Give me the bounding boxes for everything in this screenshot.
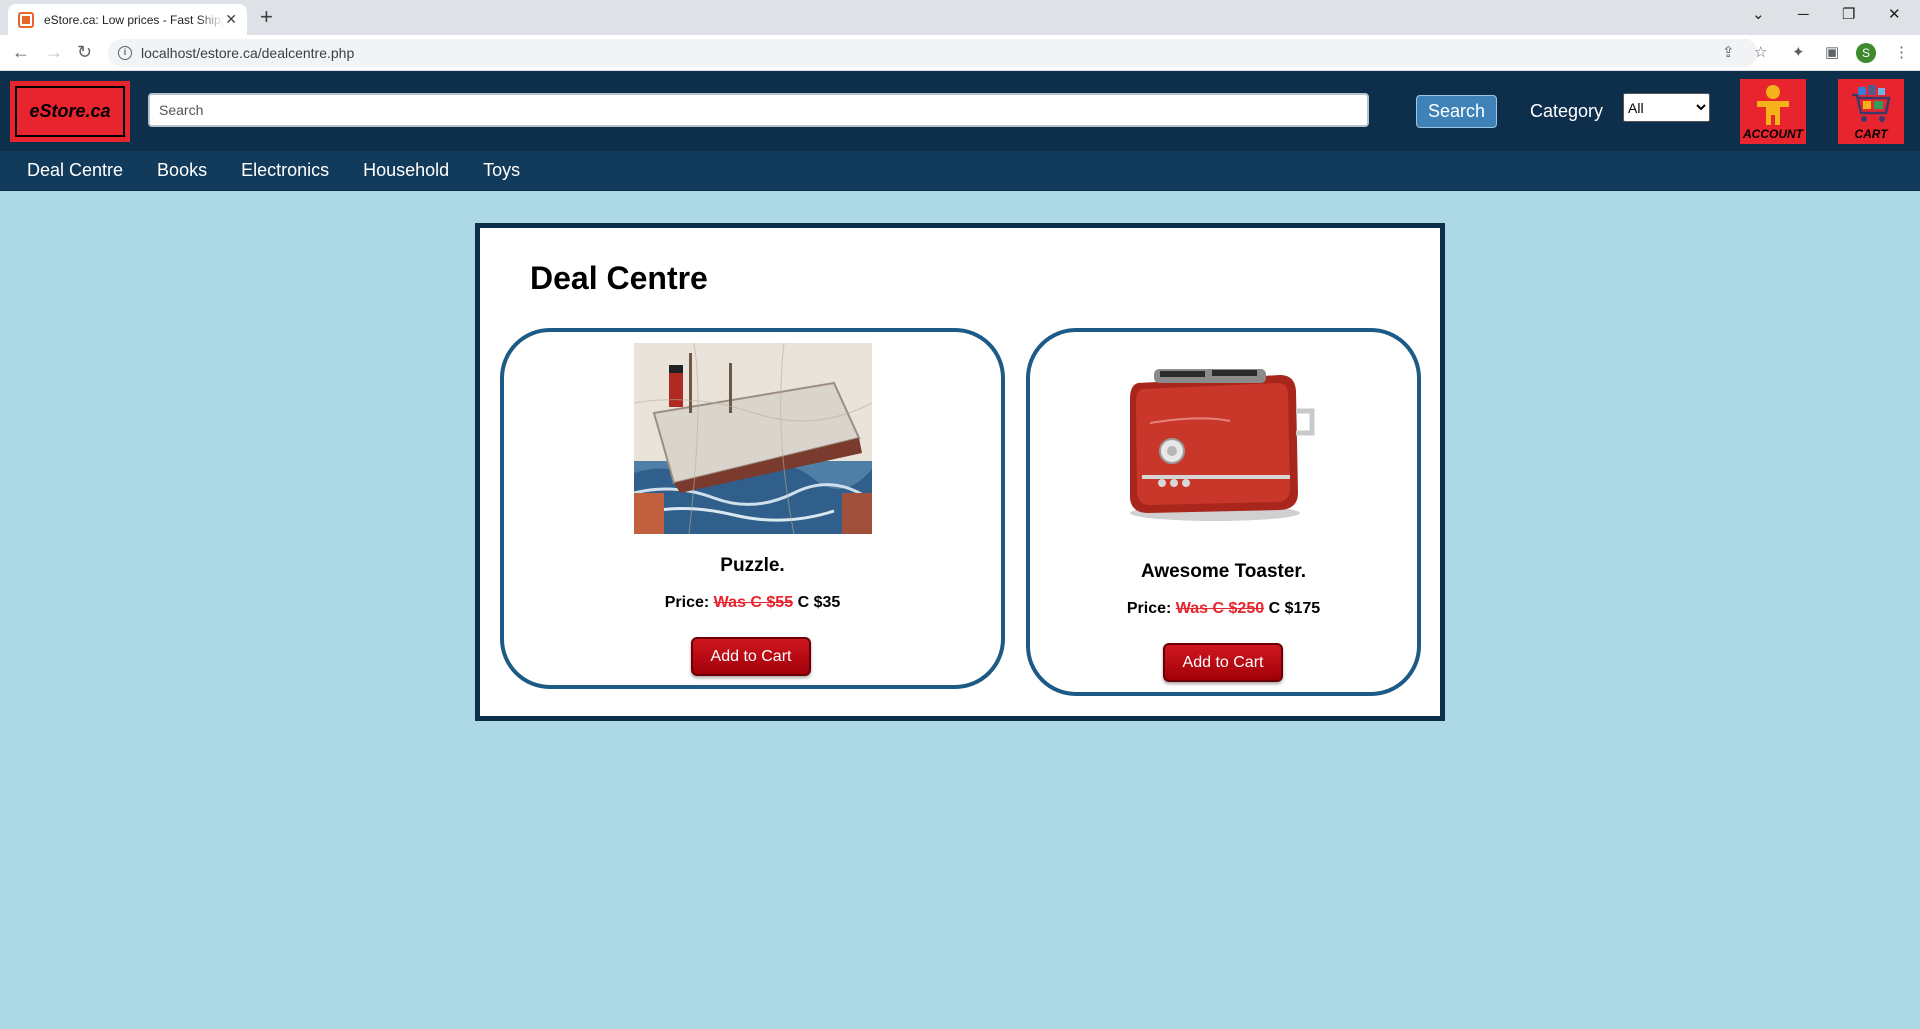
browser-menu-icon[interactable]: ⋮ [1894, 44, 1909, 62]
price-label: Price: [1126, 600, 1172, 617]
account-button[interactable]: ACCOUNT [1740, 79, 1806, 144]
back-arrow-icon[interactable]: ← [12, 41, 30, 63]
old-price: Was C $55 [713, 594, 794, 611]
url-text: localhost/estore.ca/dealcentre.php [141, 45, 355, 61]
category-select[interactable]: All [1623, 93, 1710, 122]
site-info-icon[interactable]: i [118, 46, 132, 60]
add-to-cart-button[interactable]: Add to Cart [691, 637, 811, 676]
reload-icon[interactable]: ↻ [77, 41, 92, 63]
close-tab-icon[interactable]: ✕ [225, 11, 237, 28]
nav-toys[interactable]: Toys [483, 160, 520, 181]
deal-centre-panel: Deal Centre Puzzle. Price: Was C $55 C $… [475, 223, 1445, 721]
store-logo[interactable]: eStore.ca [10, 81, 130, 142]
search-input[interactable] [148, 93, 1369, 127]
nav-household[interactable]: Household [363, 160, 449, 181]
old-price: Was C $250 [1175, 600, 1265, 617]
new-tab-icon[interactable]: + [260, 4, 273, 30]
product-name: Awesome Toaster. [1140, 561, 1307, 582]
tab-title: eStore.ca: Low prices - Fast Shipping [44, 12, 224, 27]
add-to-cart-button[interactable]: Add to Cart [1163, 643, 1283, 682]
new-price: C $35 [797, 594, 841, 611]
ship-puzzle-image[interactable] [634, 343, 872, 534]
share-icon[interactable]: ⇪ [1722, 44, 1735, 62]
browser-tab[interactable]: eStore.ca: Low prices - Fast Shipping ✕ [8, 4, 247, 35]
nav-books[interactable]: Books [157, 160, 207, 181]
new-price: C $175 [1268, 600, 1321, 617]
price-label: Price: [664, 594, 710, 611]
product-card-toaster: Awesome Toaster. Price: Was C $250 C $17… [1026, 328, 1421, 696]
side-panel-icon[interactable]: ▣ [1825, 44, 1839, 62]
browser-toolbar: ← → ↻ i localhost/estore.ca/dealcentre.p… [0, 35, 1920, 71]
account-label: ACCOUNT [1743, 127, 1803, 141]
tab-search-chevron-icon[interactable]: ⌄ [1752, 4, 1765, 26]
person-icon [1757, 85, 1789, 125]
shopping-cart-icon [1852, 85, 1891, 122]
product-price: Price: Was C $55 C $35 [504, 594, 1001, 612]
product-name: Puzzle. [720, 555, 785, 576]
red-toaster-image[interactable] [1120, 363, 1320, 531]
restore-icon[interactable]: ❐ [1842, 4, 1855, 26]
site-header: eStore.ca Search Category All ACCOUNT CA… [0, 71, 1920, 151]
cart-label: CART [1854, 127, 1888, 141]
forward-arrow-icon[interactable]: → [45, 41, 63, 63]
category-label: Category [1530, 101, 1604, 121]
product-card-puzzle: Puzzle. Price: Was C $55 C $35 Add to Ca… [500, 328, 1005, 689]
xampp-favicon-icon [18, 11, 34, 28]
category-nav: Deal Centre Books Electronics Household … [0, 151, 1920, 191]
nav-deal-centre[interactable]: Deal Centre [27, 160, 123, 181]
nav-electronics[interactable]: Electronics [241, 160, 329, 181]
search-button[interactable]: Search [1416, 95, 1497, 128]
profile-avatar[interactable]: S [1856, 43, 1876, 63]
address-bar[interactable]: i localhost/estore.ca/dealcentre.php [108, 39, 1758, 67]
page-title: Deal Centre [530, 260, 708, 296]
browser-tabstrip: eStore.ca: Low prices - Fast Shipping ✕ … [0, 0, 1920, 35]
cart-button[interactable]: CART [1838, 79, 1904, 144]
close-window-icon[interactable]: ✕ [1888, 4, 1901, 26]
product-price: Price: Was C $250 C $175 [1030, 600, 1417, 618]
minimize-icon[interactable]: ─ [1798, 4, 1809, 26]
logo-text: eStore.ca [15, 86, 125, 137]
extensions-puzzle-icon[interactable]: ✦ [1792, 44, 1805, 62]
bookmark-star-icon[interactable]: ☆ [1754, 44, 1767, 62]
